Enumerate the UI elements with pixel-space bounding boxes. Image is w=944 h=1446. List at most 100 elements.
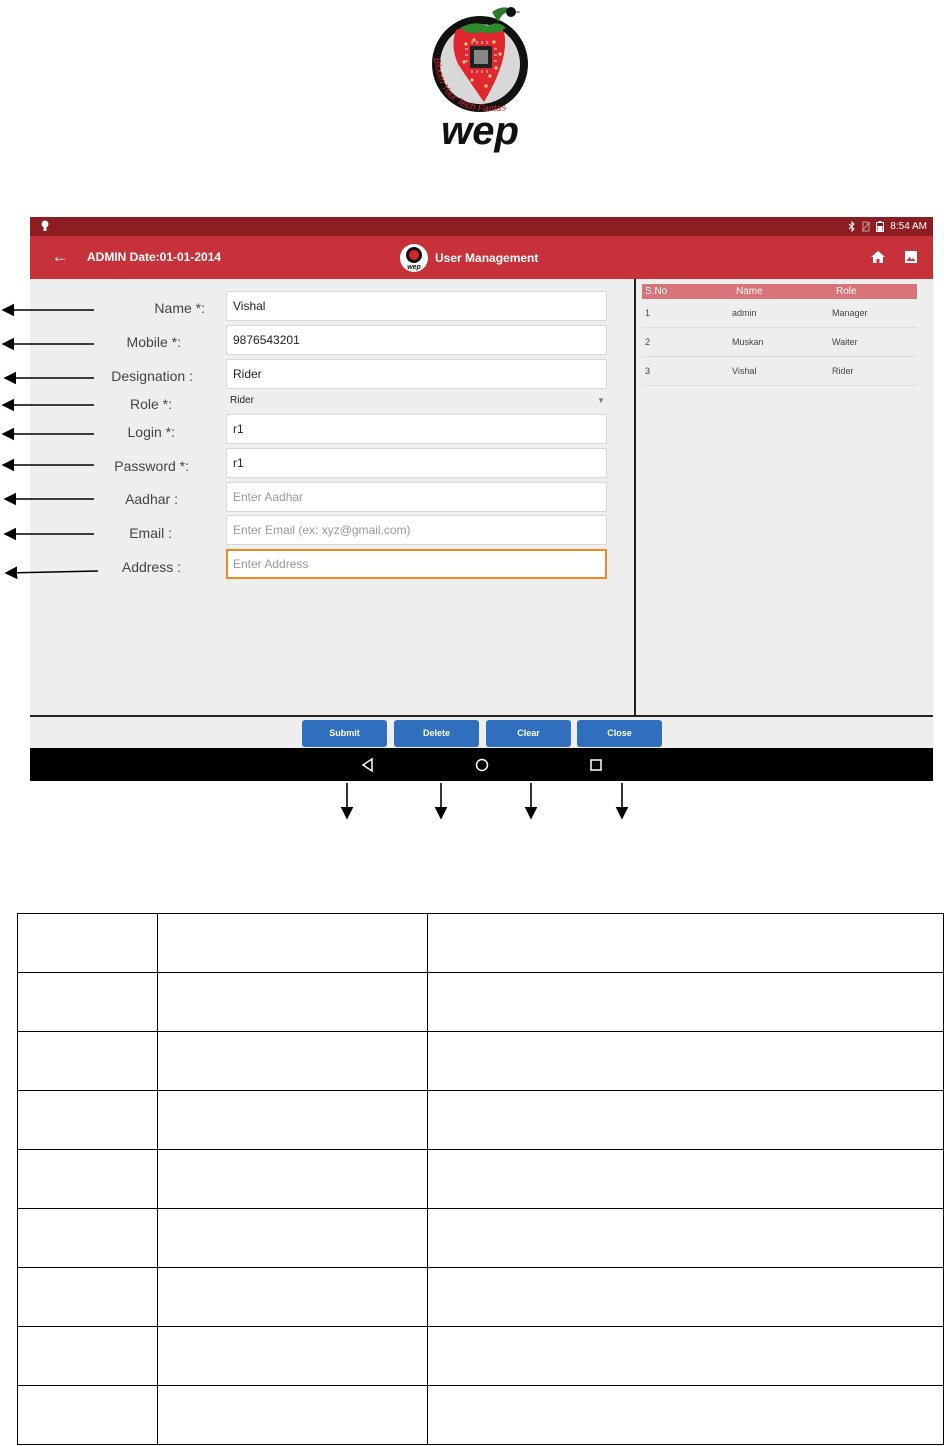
password-field[interactable]: r1 <box>226 448 607 478</box>
table-row <box>17 972 944 1032</box>
table-cell <box>17 1385 158 1445</box>
submit-button[interactable]: Submit <box>302 720 387 747</box>
app-logo-icon: wep <box>400 243 428 272</box>
table-cell <box>157 1208 428 1268</box>
address-field[interactable]: Enter Address <box>226 549 607 579</box>
status-bar: 8:54 AM <box>30 217 933 236</box>
annotation-password-label: Password *: <box>114 458 189 474</box>
annotation-role-label: Role *: <box>129 396 172 412</box>
back-arrow-icon[interactable]: ← <box>48 246 72 270</box>
aadhar-field[interactable]: Enter Aadhar <box>226 482 607 512</box>
table-cell <box>157 1031 428 1091</box>
description-table <box>17 913 944 1445</box>
table-cell <box>427 1031 944 1091</box>
action-bar: Submit Delete Clear Close <box>30 717 933 748</box>
name-field[interactable]: Vishal <box>226 291 607 321</box>
table-cell <box>17 1326 158 1386</box>
clear-button[interactable]: Clear <box>486 720 571 747</box>
table-cell <box>17 1031 158 1091</box>
email-field[interactable]: Enter Email (ex: xyz@gmail.com) <box>226 515 607 545</box>
notification-bulb-icon <box>41 220 49 231</box>
header-name: Name <box>736 286 763 297</box>
app-title: wep User Management <box>400 242 538 273</box>
designation-field[interactable]: Rider <box>226 359 607 389</box>
app-bar: ← ADMIN Date:01-01-2014 wep User Managem… <box>30 236 933 279</box>
cell-role: Manager <box>832 308 868 318</box>
annotation-address-label: Address : <box>121 559 181 575</box>
delete-button[interactable]: Delete <box>394 720 479 747</box>
app-logo-text: wep <box>407 264 421 271</box>
user-list-table: S.No Name Role 1 admin Manager 2 Muskan … <box>642 284 917 386</box>
status-clock: 8:54 AM <box>890 221 927 232</box>
header-sno: S.No <box>645 286 668 297</box>
table-cell <box>427 1385 944 1445</box>
table-cell <box>17 1267 158 1327</box>
page-title: User Management <box>435 250 539 265</box>
cell-role: Rider <box>832 366 854 376</box>
cell-name: admin <box>732 308 757 318</box>
cell-sno: 3 <box>645 366 651 376</box>
table-row[interactable]: 1 admin Manager <box>642 299 917 328</box>
table-row <box>17 1267 944 1327</box>
wep-logo: Bloom Your Tech Fantasy wep ™ <box>411 0 546 154</box>
table-row <box>17 1149 944 1209</box>
table-row <box>17 913 944 973</box>
nav-home-icon[interactable] <box>473 756 491 774</box>
nav-recents-icon[interactable] <box>587 756 605 774</box>
status-icons: 8:54 AM <box>848 219 927 234</box>
role-dropdown[interactable]: Rider ▼ <box>226 391 607 411</box>
admin-date-label: ADMIN Date:01-01-2014 <box>87 250 222 264</box>
nav-back-icon[interactable] <box>359 756 377 774</box>
table-cell <box>157 1090 428 1150</box>
bluetooth-icon <box>848 221 856 232</box>
annotation-designation-label: Designation : <box>111 368 193 384</box>
cell-sno: 1 <box>645 308 651 318</box>
no-sim-icon <box>862 221 871 232</box>
table-header: S.No Name Role <box>642 284 917 299</box>
table-cell <box>157 913 428 973</box>
close-button[interactable]: Close <box>577 720 662 747</box>
table-cell <box>427 913 944 973</box>
cell-name: Muskan <box>732 337 764 347</box>
table-cell <box>157 1326 428 1386</box>
table-cell <box>157 1149 428 1209</box>
table-cell <box>427 1149 944 1209</box>
table-row[interactable]: 3 Vishal Rider <box>642 357 917 386</box>
annotation-mobile-label: Mobile *: <box>126 334 181 350</box>
table-cell <box>427 1267 944 1327</box>
dropdown-caret-icon: ▼ <box>597 396 605 405</box>
logo-trademark: ™ <box>514 10 520 17</box>
panel-divider <box>634 279 636 716</box>
home-icon[interactable] <box>868 247 888 267</box>
table-cell <box>427 972 944 1032</box>
login-field[interactable]: r1 <box>226 414 607 444</box>
table-cell <box>17 1149 158 1209</box>
cell-sno: 2 <box>645 337 651 347</box>
user-form: Vishal 9876543201 Rider Rider ▼ r1 r1 En… <box>30 279 634 715</box>
header-role: Role <box>836 286 857 297</box>
annotation-name-label: Name *: <box>154 300 205 316</box>
table-row <box>17 1326 944 1386</box>
battery-icon <box>876 221 885 232</box>
mobile-field[interactable]: 9876543201 <box>226 325 607 355</box>
table-row <box>17 1385 944 1445</box>
annotation-login-label: Login *: <box>127 424 175 440</box>
table-row[interactable]: 2 Muskan Waiter <box>642 328 917 357</box>
table-cell <box>427 1090 944 1150</box>
annotation-aadhar-label: Aadhar : <box>125 491 178 507</box>
table-cell <box>157 972 428 1032</box>
cell-name: Vishal <box>732 366 757 376</box>
table-cell <box>427 1326 944 1386</box>
table-row <box>17 1208 944 1268</box>
table-cell <box>157 1385 428 1445</box>
system-nav-bar <box>30 748 933 781</box>
table-cell <box>157 1267 428 1327</box>
annotation-email-label: Email : <box>129 525 172 541</box>
cell-role: Waiter <box>832 337 858 347</box>
table-cell <box>427 1208 944 1268</box>
table-cell <box>17 913 158 973</box>
gallery-icon[interactable] <box>901 247 921 267</box>
table-cell <box>17 972 158 1032</box>
logo-brand: wep <box>441 109 519 153</box>
table-row <box>17 1031 944 1091</box>
